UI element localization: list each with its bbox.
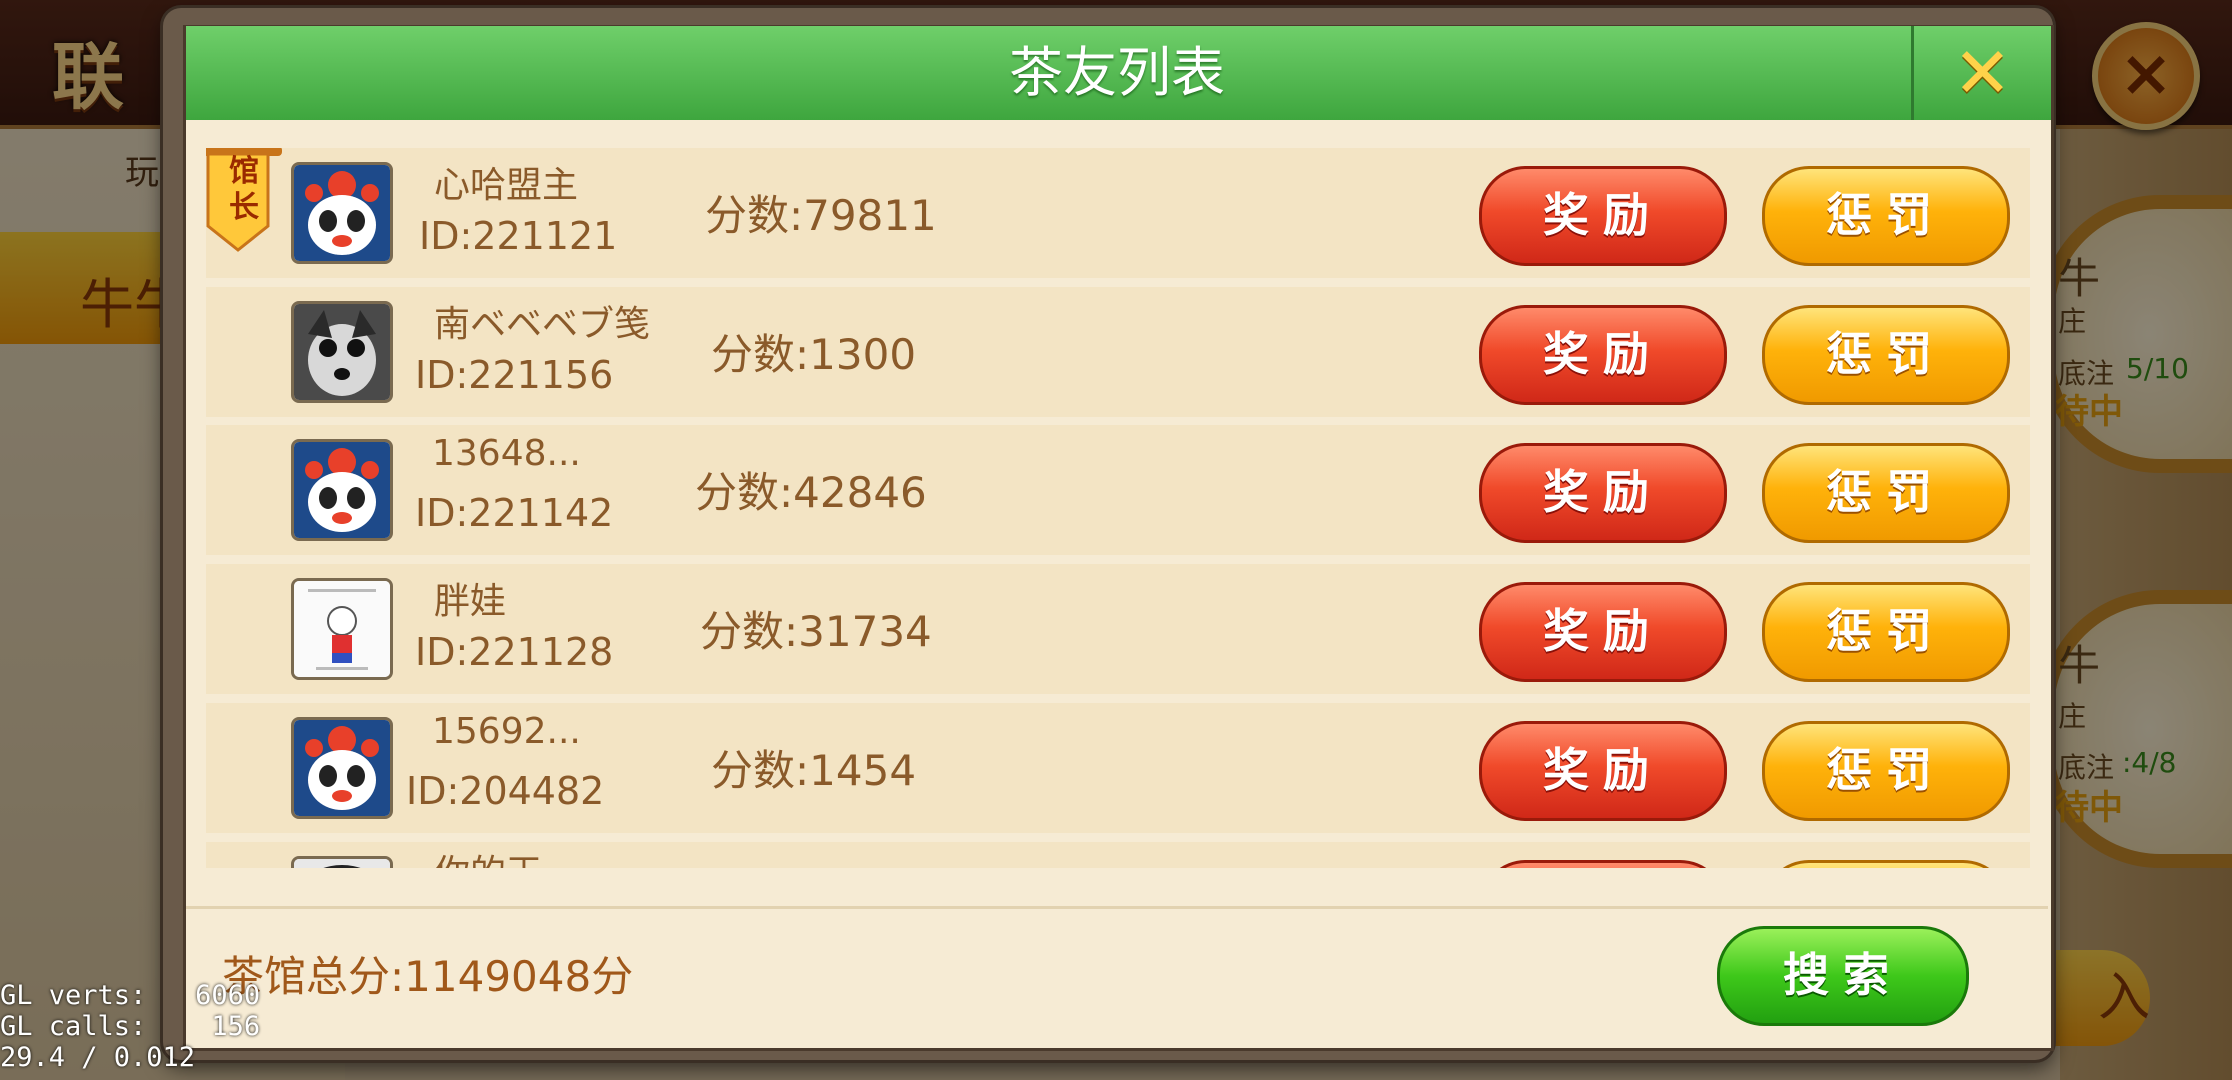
member-id: ID:221142 xyxy=(415,491,614,535)
member-id: ID:221121 xyxy=(419,214,618,258)
member-id: ID:204482 xyxy=(406,769,605,813)
member-score: 分数:79811 xyxy=(705,191,937,240)
member-id: ID:221128 xyxy=(415,630,614,674)
cartoon-sticker-avatar[interactable] xyxy=(291,578,393,680)
member-row: 馆长 心哈盟主 ID:221121 分数:79811 奖励 惩罚 xyxy=(206,148,2030,278)
reward-button[interactable]: 奖励 xyxy=(1479,582,1727,682)
debug-line: GL calls: 156 xyxy=(0,1011,261,1042)
teahouse-total-score: 茶馆总分:1149048分 xyxy=(222,952,634,1001)
member-row: 南ベベベブ笺 ID:221156 分数:1300 奖励 惩罚 xyxy=(206,287,2030,417)
panda-opera-avatar[interactable] xyxy=(291,439,393,541)
dialog-title: 茶友列表 xyxy=(1009,41,1225,104)
member-row: 你的王 奖励 惩罚 xyxy=(206,842,2030,868)
punish-button[interactable]: 惩罚 xyxy=(1762,166,2010,266)
punish-button[interactable]: 惩罚 xyxy=(1762,582,2010,682)
panda-opera-avatar[interactable] xyxy=(291,162,393,264)
member-score: 分数:1300 xyxy=(711,330,917,379)
dark-photo-avatar[interactable] xyxy=(291,856,393,868)
member-name: 胖娃 xyxy=(434,581,507,622)
member-score: 分数:31734 xyxy=(700,607,932,656)
member-name: 南ベベベブ笺 xyxy=(434,304,651,345)
member-name: 你的王 xyxy=(434,844,542,868)
member-list[interactable]: 馆长 心哈盟主 ID:221121 分数:79811 奖励 惩罚 南ベベベブ笺 … xyxy=(206,148,2030,868)
member-id: ID:221156 xyxy=(415,353,614,397)
husky-dog-avatar[interactable] xyxy=(291,301,393,403)
punish-button[interactable]: 惩罚 xyxy=(1762,860,2010,868)
owner-badge-label: 馆长 xyxy=(229,154,259,225)
member-score: 分数:42846 xyxy=(695,468,927,517)
debug-overlay: GL verts: 6060 GL calls: 156 29.4 / 0.012 xyxy=(0,980,260,1073)
punish-button[interactable]: 惩罚 xyxy=(1762,721,2010,821)
member-score: 分数:1454 xyxy=(711,746,917,795)
footer-divider xyxy=(186,906,2048,909)
reward-button[interactable]: 奖励 xyxy=(1479,721,1727,821)
debug-line: 29.4 / 0.012 xyxy=(0,1042,196,1073)
reward-button[interactable]: 奖励 xyxy=(1479,443,1727,543)
panda-opera-avatar[interactable] xyxy=(291,717,393,819)
dialog-close-button[interactable]: ✕ xyxy=(1911,26,2051,120)
punish-button[interactable]: 惩罚 xyxy=(1762,305,2010,405)
member-name: 13648... xyxy=(432,433,581,474)
debug-line: GL verts: 6060 xyxy=(0,980,261,1011)
member-name: 心哈盟主 xyxy=(434,165,579,206)
reward-button[interactable]: 奖励 xyxy=(1479,305,1727,405)
member-row: 胖娃 ID:221128 分数:31734 奖励 惩罚 xyxy=(206,564,2030,694)
member-name: 15692... xyxy=(432,711,581,752)
reward-button[interactable]: 奖励 xyxy=(1479,166,1727,266)
search-button[interactable]: 搜索 xyxy=(1717,926,1969,1026)
punish-button[interactable]: 惩罚 xyxy=(1762,443,2010,543)
member-row: 13648... ID:221142 分数:42846 奖励 惩罚 xyxy=(206,425,2030,555)
reward-button[interactable]: 奖励 xyxy=(1479,860,1727,868)
member-row: 15692... ID:204482 分数:1454 奖励 惩罚 xyxy=(206,703,2030,833)
